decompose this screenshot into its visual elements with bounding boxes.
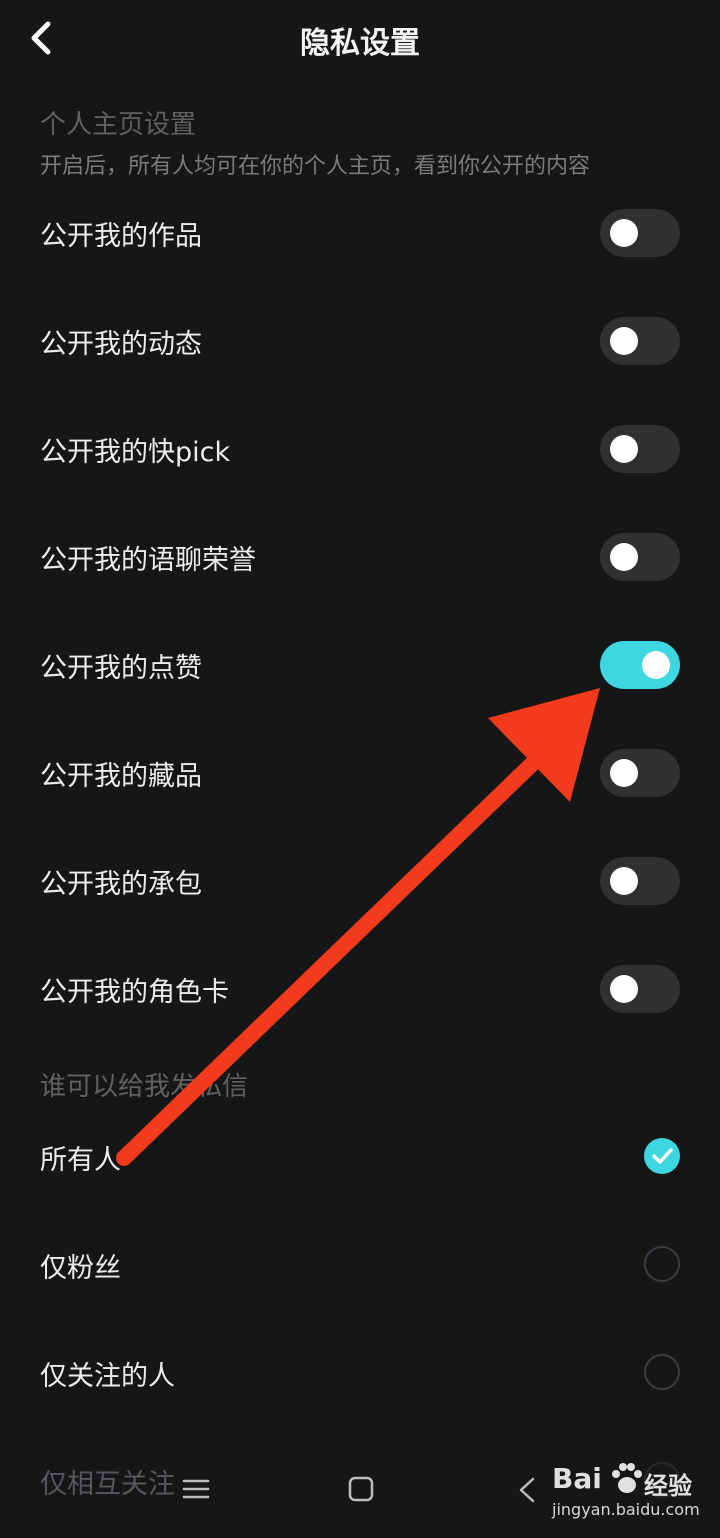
toggle-knob [610,975,638,1003]
toggle-knob [610,435,638,463]
toggle-label: 公开我的点赞 [40,653,202,684]
radio-unchecked[interactable] [644,1246,680,1282]
section-title-dm: 谁可以给我发私信 [40,1072,249,1102]
toggle-switch[interactable] [600,425,680,473]
toggle-row-works[interactable]: 公开我的作品 [0,184,720,284]
toggle-knob [610,759,638,787]
radio-row-fans-only[interactable]: 仅粉丝 [0,1216,720,1316]
toggle-label: 公开我的承包 [40,869,202,900]
toggle-label: 公开我的动态 [40,329,202,360]
toggle-row-moments[interactable]: 公开我的动态 [0,292,720,392]
paw-icon [612,1463,642,1493]
section-subtitle-homepage: 开启后，所有人均可在你的个人主页，看到你公开的内容 [40,154,591,179]
toggle-knob [642,651,670,679]
radio-label: 仅粉丝 [40,1253,121,1284]
toggle-switch[interactable] [600,209,680,257]
toggle-switch[interactable] [600,641,680,689]
radio-unchecked[interactable] [644,1354,680,1390]
toggle-switch[interactable] [600,533,680,581]
radio-checked[interactable] [644,1138,680,1174]
toggle-knob [610,327,638,355]
watermark-url: jingyan.baidu.com [552,1500,700,1519]
toggle-knob [610,543,638,571]
toggle-knob [610,219,638,247]
checkmark-icon [652,1148,673,1164]
toggle-label: 公开我的角色卡 [40,977,229,1008]
radio-label: 所有人 [40,1145,121,1176]
toggle-label: 公开我的语聊荣誉 [40,545,256,576]
toggle-switch[interactable] [600,857,680,905]
section-title-homepage: 个人主页设置 [40,110,197,140]
toggle-knob [610,867,638,895]
toggle-row-voice-honor[interactable]: 公开我的语聊荣誉 [0,508,720,608]
radio-label: 仅关注的人 [40,1361,175,1392]
top-bar: 隐私设置 [0,0,720,80]
toggle-row-quickpick[interactable]: 公开我的快pick [0,400,720,500]
toggle-label: 公开我的快pick [40,437,231,468]
toggle-switch[interactable] [600,749,680,797]
watermark-brand-cn: 经验 [644,1472,692,1500]
toggle-label: 公开我的藏品 [40,761,202,792]
toggle-switch[interactable] [600,965,680,1013]
back-triangle-icon[interactable] [516,1476,538,1504]
menu-icon[interactable] [182,1478,210,1500]
home-square-icon[interactable] [348,1476,374,1502]
radio-row-everyone[interactable]: 所有人 [0,1108,720,1208]
toggle-row-collections[interactable]: 公开我的藏品 [0,724,720,824]
toggle-label: 公开我的作品 [40,221,202,252]
toggle-row-role-card[interactable]: 公开我的角色卡 [0,940,720,1040]
toggle-switch[interactable] [600,317,680,365]
watermark-brand: Bai [552,1462,602,1495]
toggle-row-sponsorship[interactable]: 公开我的承包 [0,832,720,932]
toggle-row-likes[interactable]: 公开我的点赞 [0,616,720,716]
baidu-jingyan-watermark: Bai 经验 jingyan.baidu.com [552,1462,712,1524]
page-title: 隐私设置 [300,26,420,61]
radio-row-following-only[interactable]: 仅关注的人 [0,1324,720,1424]
